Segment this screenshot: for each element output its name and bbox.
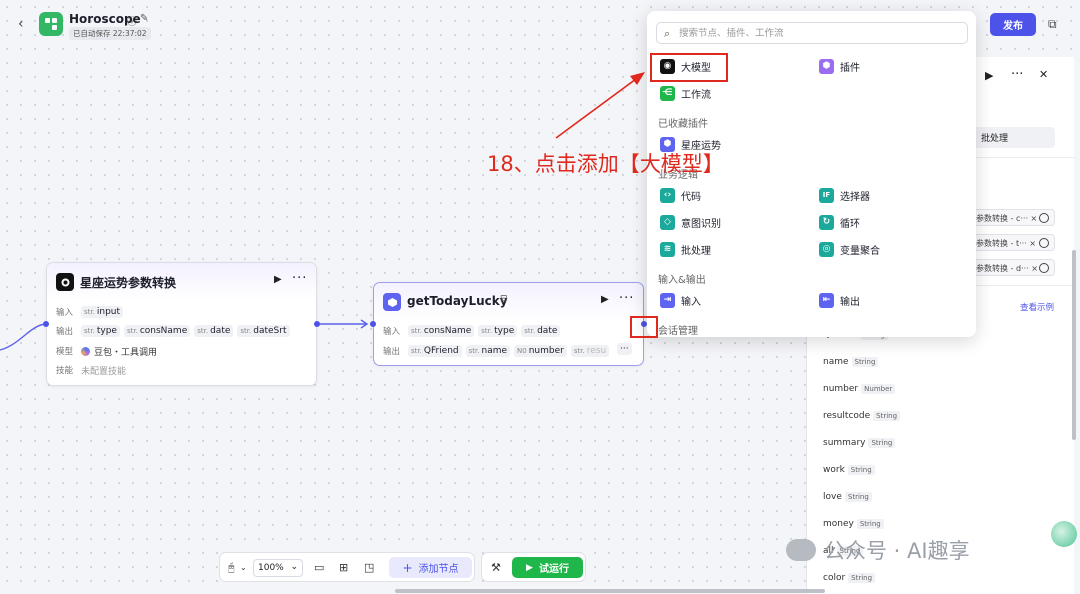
canvas-toolbar: 🖰 ⌄ 100% ⌄ ▭ ⊞ ◳ + 添加节点 xyxy=(219,552,475,582)
debug-tool-icon[interactable]: ⚒ xyxy=(491,561,501,574)
watermark-logo xyxy=(1051,521,1077,547)
annotation-text: 18、点击添加【大模型】 xyxy=(487,152,724,176)
run-toolbar: ⚒ ▶ 试运行 xyxy=(481,552,586,582)
trial-run-button[interactable]: ▶ 试运行 xyxy=(512,557,583,578)
watermark: 公众号 · AI趣享 xyxy=(786,535,970,565)
wechat-icon xyxy=(786,539,816,561)
add-node-button[interactable]: + 添加节点 xyxy=(389,557,472,578)
annotation-arrow xyxy=(555,72,645,139)
zoom-select[interactable]: 100% ⌄ xyxy=(253,559,303,577)
scrollbar[interactable] xyxy=(395,589,825,593)
layout-icon[interactable]: ⊞ xyxy=(339,561,348,574)
mouse-mode-icon[interactable]: 🖰 xyxy=(228,561,235,575)
minimap-icon[interactable]: ◳ xyxy=(364,561,374,574)
comment-icon[interactable]: ▭ xyxy=(314,561,324,574)
chevron-down-icon[interactable]: ⌄ xyxy=(240,563,247,572)
